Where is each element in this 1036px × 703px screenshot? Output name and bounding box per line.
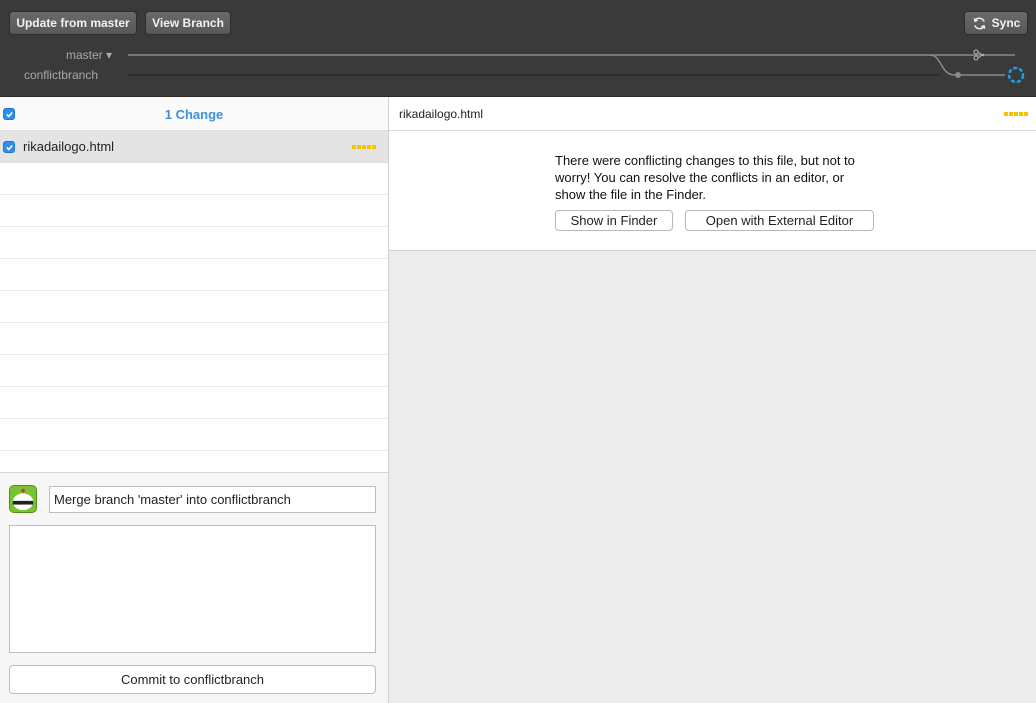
avatar-icon bbox=[10, 486, 36, 512]
commit-button[interactable]: Commit to conflictbranch bbox=[9, 665, 376, 694]
sync-icon bbox=[973, 17, 986, 29]
commit-summary-input[interactable] bbox=[49, 486, 376, 513]
toolbar: Update from master View Branch Sync mast… bbox=[0, 0, 1036, 97]
diff-file-name: rikadailogo.html bbox=[399, 107, 484, 121]
update-from-master-button[interactable]: Update from master bbox=[9, 11, 137, 35]
diff-file-header: rikadailogo.html bbox=[389, 97, 1036, 131]
changes-count-title: 1 Change bbox=[164, 107, 224, 122]
checkmark-icon bbox=[5, 144, 13, 151]
sync-label: Sync bbox=[991, 16, 1021, 30]
conflict-status-icon bbox=[352, 145, 376, 149]
empty-list-row bbox=[0, 323, 388, 355]
file-list-item[interactable]: rikadailogo.html bbox=[0, 131, 388, 163]
view-branch-button[interactable]: View Branch bbox=[145, 11, 231, 35]
changes-pane: 1 Change rikadailogo.html Commit to conf… bbox=[0, 97, 389, 703]
open-external-editor-button[interactable]: Open with External Editor bbox=[685, 210, 874, 231]
avatar bbox=[9, 485, 37, 513]
commit-description-input[interactable] bbox=[9, 525, 376, 653]
changes-header: 1 Change bbox=[0, 97, 388, 131]
conflict-notice: There were conflicting changes to this f… bbox=[389, 131, 1036, 251]
empty-list-row bbox=[0, 291, 388, 323]
show-in-finder-button[interactable]: Show in Finder bbox=[555, 210, 673, 231]
commit-panel: Commit to conflictbranch bbox=[0, 472, 388, 703]
file-name: rikadailogo.html bbox=[23, 139, 115, 154]
file-checkbox[interactable] bbox=[3, 141, 15, 153]
empty-list-row bbox=[0, 163, 388, 195]
diff-pane: rikadailogo.html There were conflicting … bbox=[389, 97, 1036, 703]
empty-list-row bbox=[0, 227, 388, 259]
conflict-status-icon bbox=[1004, 112, 1028, 116]
sync-button[interactable]: Sync bbox=[964, 11, 1028, 35]
empty-list-row bbox=[0, 419, 388, 451]
conflict-message: There were conflicting changes to this f… bbox=[555, 153, 855, 202]
empty-list-row bbox=[0, 195, 388, 227]
empty-list-row bbox=[0, 259, 388, 291]
empty-list-row bbox=[0, 387, 388, 419]
branch-graph[interactable] bbox=[0, 40, 1036, 97]
empty-list-row bbox=[0, 355, 388, 387]
